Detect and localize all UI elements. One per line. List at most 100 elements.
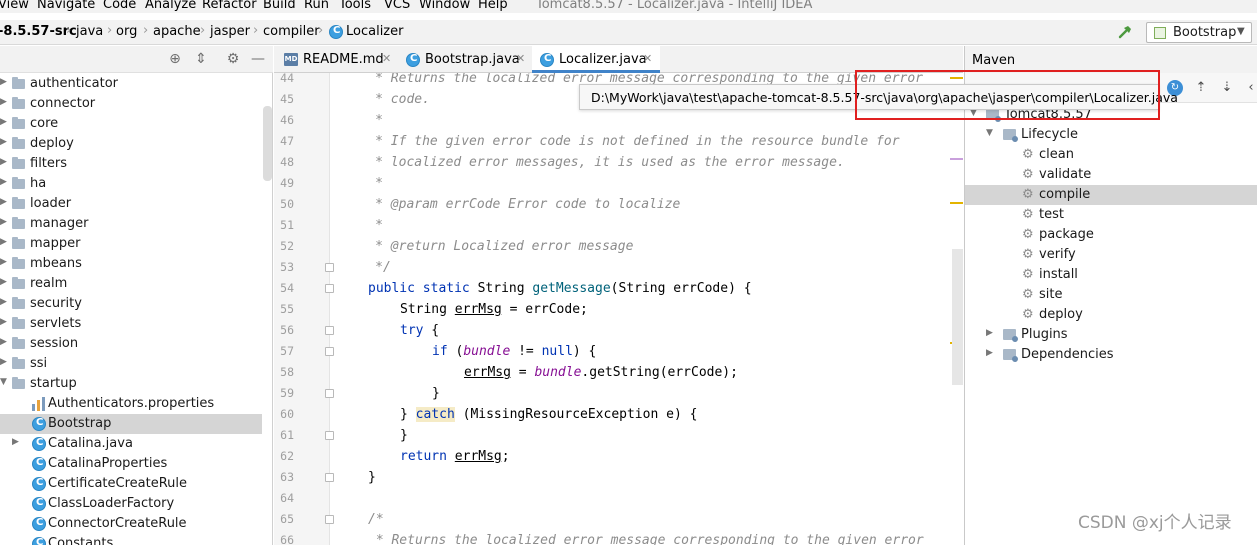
chevron-right-icon[interactable]: ▶ — [986, 328, 993, 338]
code-editor[interactable]: 44 45 46 47 48 49 50 51 52 53 54 55 56 5… — [274, 73, 963, 545]
tree-item[interactable]: ▶ mapper — [0, 234, 262, 254]
tree-item[interactable]: ▶ manager — [0, 214, 262, 234]
crosshair-icon[interactable]: ⊕ — [167, 51, 183, 67]
chevron-right-icon[interactable]: ▶ — [0, 217, 7, 227]
tree-item[interactable]: Bootstrap — [0, 414, 262, 434]
tree-item[interactable]: ClassLoaderFactory — [0, 494, 262, 514]
maven-phase[interactable]: ⚙ clean — [965, 145, 1257, 165]
close-icon[interactable]: ✕ — [516, 52, 525, 65]
fold-marker[interactable] — [325, 347, 334, 356]
tree-item[interactable]: ▶ session — [0, 334, 262, 354]
chevron-right-icon[interactable]: ▶ — [0, 197, 7, 207]
run-configuration-select[interactable]: Bootstrap ▼ — [1146, 22, 1252, 43]
chevron-right-icon[interactable]: ▶ — [0, 257, 7, 267]
tab-localizer[interactable]: Localizer.java ✕ — [532, 46, 660, 73]
tree-item[interactable]: ▶ mbeans — [0, 254, 262, 274]
fold-marker[interactable] — [325, 389, 334, 398]
tree-item[interactable]: ▶ connector — [0, 94, 262, 114]
chevron-right-icon[interactable]: ▶ — [0, 297, 7, 307]
minimize-icon[interactable]: — — [250, 51, 266, 67]
menu-vcs[interactable]: VCS — [384, 0, 410, 13]
tree-item[interactable]: CatalinaProperties — [0, 454, 262, 474]
maven-phase[interactable]: ⚙ test — [965, 205, 1257, 225]
maven-phase[interactable]: ⚙ verify — [965, 245, 1257, 265]
chevron-right-icon[interactable]: ▶ — [0, 237, 7, 247]
tree-item[interactable]: Constants — [0, 534, 262, 545]
breadcrumb-localizer[interactable]: Localizer — [346, 24, 403, 40]
maven-phase[interactable]: ⚙ site — [965, 285, 1257, 305]
maven-dependencies[interactable]: ▶ Dependencies — [965, 345, 1257, 365]
chevron-right-icon[interactable]: ▶ — [0, 177, 7, 187]
fold-marker[interactable] — [325, 263, 334, 272]
maven-phase[interactable]: ⚙ package — [965, 225, 1257, 245]
chevron-right-icon[interactable]: ▶ — [0, 137, 7, 147]
maven-phase[interactable]: ⚙ deploy — [965, 305, 1257, 325]
tree-item[interactable]: ▶ security — [0, 294, 262, 314]
breadcrumb-compiler[interactable]: compiler — [263, 24, 320, 40]
chevron-right-icon[interactable]: ▶ — [0, 77, 7, 87]
menu-build[interactable]: Build — [263, 0, 296, 13]
maven-lifecycle[interactable]: ▼ Lifecycle — [965, 125, 1257, 145]
chevron-right-icon[interactable]: ▶ — [0, 317, 7, 327]
maven-phase[interactable]: ⚙ compile — [965, 185, 1257, 205]
tree-item[interactable]: ▶ filters — [0, 154, 262, 174]
menu-window[interactable]: Window — [419, 0, 470, 13]
tree-item[interactable]: ▶ realm — [0, 274, 262, 294]
chevron-right-icon[interactable]: ▶ — [0, 157, 7, 167]
tree-item[interactable]: ▼ startup — [0, 374, 262, 394]
fold-marker[interactable] — [325, 473, 334, 482]
chevron-down-icon[interactable]: ▼ — [986, 128, 993, 138]
tree-item[interactable]: ConnectorCreateRule — [0, 514, 262, 534]
tree-item[interactable]: ▶ loader — [0, 194, 262, 214]
chevron-right-icon[interactable]: ▶ — [0, 117, 7, 127]
project-scrollbar[interactable] — [263, 106, 272, 181]
tree-item[interactable]: ▶ ssi — [0, 354, 262, 374]
editor-scrollbar[interactable] — [952, 249, 963, 385]
breadcrumb-org[interactable]: org — [116, 24, 137, 40]
fold-marker[interactable] — [325, 431, 334, 440]
chevron-right-icon[interactable]: ▶ — [0, 357, 7, 367]
collapse-all-icon[interactable]: ⇣ — [1219, 80, 1235, 96]
chevron-left-icon[interactable]: ‹ — [1243, 80, 1257, 96]
breadcrumb-java[interactable]: java — [76, 24, 103, 40]
fold-marker[interactable] — [325, 326, 334, 335]
tree-item[interactable]: Authenticators.properties — [0, 394, 262, 414]
tab-readme[interactable]: MD README.md ✕ — [274, 46, 396, 73]
chevron-right-icon[interactable]: ▶ — [0, 277, 7, 287]
menu-view[interactable]: View — [0, 0, 29, 13]
tree-item[interactable]: CertificateCreateRule — [0, 474, 262, 494]
chevron-right-icon[interactable]: ▶ — [986, 348, 993, 358]
chevron-right-icon[interactable]: ▶ — [12, 437, 19, 447]
maven-phase[interactable]: ⚙ install — [965, 265, 1257, 285]
menu-help[interactable]: Help — [478, 0, 508, 13]
fold-marker[interactable] — [325, 515, 334, 524]
menu-code[interactable]: Code — [103, 0, 136, 13]
menu-analyze[interactable]: Analyze — [145, 0, 196, 13]
close-icon[interactable]: ✕ — [643, 52, 652, 65]
chevron-down-icon[interactable]: ▼ — [0, 377, 7, 387]
menu-navigate[interactable]: Navigate — [37, 0, 95, 13]
tree-item[interactable]: ▶ ha — [0, 174, 262, 194]
gear-icon[interactable]: ⚙ — [225, 51, 241, 67]
chevron-right-icon[interactable]: ▶ — [0, 97, 7, 107]
maven-plugins[interactable]: ▶ Plugins — [965, 325, 1257, 345]
collapse-all-icon[interactable]: ⇕ — [193, 51, 209, 67]
maven-phase[interactable]: ⚙ validate — [965, 165, 1257, 185]
fold-marker[interactable] — [325, 284, 334, 293]
tree-item[interactable]: ▶ Catalina.java — [0, 434, 262, 454]
menu-refactor[interactable]: Refactor — [202, 0, 257, 13]
breadcrumb-apache[interactable]: apache — [153, 24, 201, 40]
tree-item[interactable]: ▶ servlets — [0, 314, 262, 334]
expand-all-icon[interactable]: ⇡ — [1193, 80, 1209, 96]
tree-item[interactable]: ▶ deploy — [0, 134, 262, 154]
menu-tools[interactable]: Tools — [339, 0, 371, 13]
breadcrumb-jasper[interactable]: jasper — [210, 24, 250, 40]
error-stripe[interactable] — [950, 158, 963, 160]
tree-item[interactable]: ▶ core — [0, 114, 262, 134]
error-stripe[interactable] — [950, 77, 963, 79]
error-stripe[interactable] — [950, 202, 963, 204]
menu-run[interactable]: Run — [304, 0, 329, 13]
tree-item[interactable]: ▶ authenticator — [0, 74, 262, 94]
close-icon[interactable]: ✕ — [382, 52, 391, 65]
tab-bootstrap[interactable]: Bootstrap.java ✕ — [396, 46, 531, 73]
